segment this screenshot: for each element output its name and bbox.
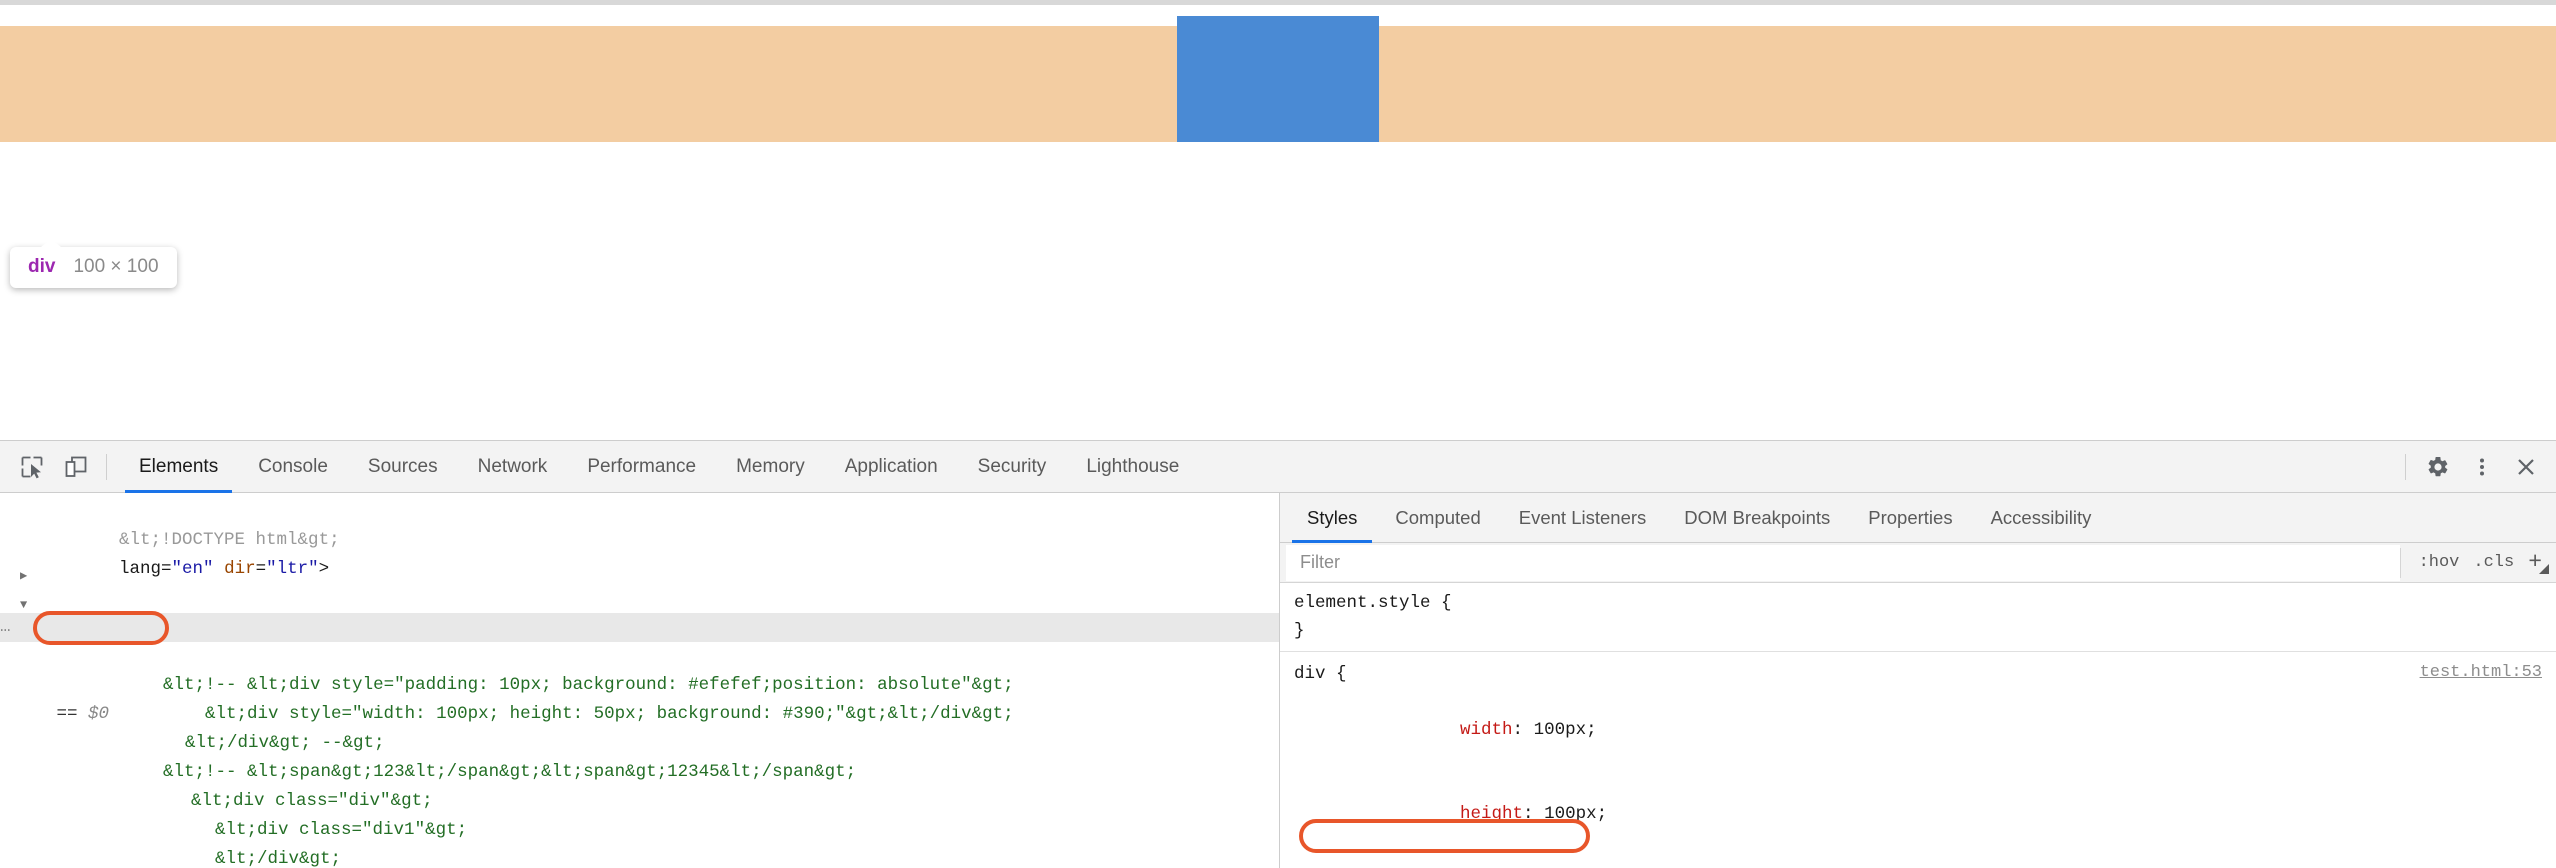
styles-pane-tabstrip: Styles Computed Event Listeners DOM Brea… [1280, 493, 2556, 543]
device-toolbar-icon[interactable] [54, 445, 98, 489]
dom-line-doctype[interactable]: &lt;!DOCTYPE html&gt; [0, 497, 1279, 550]
tab-elements-label: Elements [139, 455, 219, 477]
decl-width-property[interactable]: width [1460, 720, 1513, 740]
tab-computed-label: Computed [1395, 506, 1481, 528]
dom-line-selected-div[interactable]: … == $0 [0, 613, 1279, 724]
tab-sources-label: Sources [367, 455, 438, 477]
devtools-toolbar-right [2401, 441, 2548, 493]
tab-security-label: Security [977, 455, 1047, 477]
dom-line-comment-6[interactable]: &lt;div class="div1"&gt; [0, 787, 1279, 840]
new-style-rule-button[interactable]: + [2528, 551, 2549, 574]
tab-accessibility[interactable]: Accessibility [1972, 493, 2111, 543]
styles-filter-bar: :hov .cls + [1280, 543, 2556, 583]
dom-line-comment-1[interactable]: &lt;!-- &lt;div style="padding: 10px; ba… [0, 642, 1279, 695]
tab-memory[interactable]: Memory [716, 441, 825, 493]
style-source-link[interactable]: test.html:53 [2420, 659, 2542, 687]
dom-line-comment-4[interactable]: &lt;!-- &lt;span&gt;123&lt;/span&gt;&lt;… [0, 729, 1279, 782]
tab-memory-label: Memory [736, 455, 805, 477]
dom-line-head[interactable]: ▶ … [0, 555, 1279, 637]
styles-filter-controls: :hov .cls + [2399, 547, 2556, 578]
element-style-closing-brace: } [1294, 621, 1305, 641]
tab-dom-breakpoints-label: DOM Breakpoints [1684, 506, 1831, 528]
decl-height-value[interactable]: 100px [1544, 804, 1597, 824]
tab-console[interactable]: Console [238, 441, 348, 493]
tab-network-label: Network [477, 455, 548, 477]
dom-line-html[interactable]: lang="en" dir="ltr"> [0, 526, 1279, 579]
tab-performance-label: Performance [587, 455, 697, 477]
tab-properties-label: Properties [1868, 506, 1953, 528]
toolbar-divider-right [2405, 454, 2406, 480]
inspect-cursor-icon[interactable] [10, 445, 54, 489]
dom-line-comment-5[interactable]: &lt;div class="div"&gt; [0, 758, 1279, 811]
decl-background[interactable]: background: ▶#33f; [1292, 856, 2556, 868]
tab-performance[interactable]: Performance [567, 441, 716, 493]
tab-accessibility-label: Accessibility [1990, 506, 2092, 528]
tab-elements[interactable]: Elements [119, 441, 238, 493]
tab-properties[interactable]: Properties [1849, 493, 1971, 543]
tab-application-label: Application [844, 455, 938, 477]
more-vertical-icon[interactable] [2460, 445, 2504, 489]
tab-network[interactable]: Network [458, 441, 568, 493]
toolbar-divider [106, 453, 107, 480]
element-style-selector[interactable]: element.style { [1292, 589, 2556, 617]
cls-toggle-button[interactable]: .cls [2473, 553, 2514, 572]
tab-event-listeners-label: Event Listeners [1518, 506, 1647, 528]
element-info-tooltip: div 100 × 100 [10, 238, 177, 288]
tab-console-label: Console [258, 455, 328, 477]
dom-line-body[interactable]: ▼ [0, 584, 1279, 613]
dom-line-comment-3[interactable]: &lt;/div&gt; --&gt; [0, 700, 1279, 753]
tab-computed[interactable]: Computed [1376, 493, 1499, 543]
tab-styles-label: Styles [1307, 506, 1358, 528]
styles-highlight-mask [1303, 823, 1586, 849]
highlighted-element-box [1177, 16, 1379, 142]
hov-toggle-button[interactable]: :hov [2419, 553, 2460, 572]
devtools-body: &lt;!DOCTYPE html&gt; lang="en" dir="ltr… [0, 493, 2556, 868]
tab-lighthouse[interactable]: Lighthouse [1066, 441, 1199, 493]
close-icon[interactable] [2504, 445, 2548, 489]
dom-ellipsis-icon[interactable]: … [0, 613, 12, 642]
tab-security[interactable]: Security [958, 441, 1067, 493]
style-rule-element-style[interactable]: element.style { } [1280, 583, 2556, 652]
devtools-panel: Elements Console Sources Network Perform… [0, 440, 2556, 868]
tab-styles[interactable]: Styles [1288, 493, 1376, 543]
page-scrollbar-track [0, 0, 2556, 5]
dom-tree-pane[interactable]: &lt;!DOCTYPE html&gt; lang="en" dir="ltr… [0, 493, 1280, 868]
styles-pane: Styles Computed Event Listeners DOM Brea… [1280, 493, 2556, 868]
tab-lighthouse-label: Lighthouse [1086, 455, 1180, 477]
dom-line-comment-8[interactable]: &lt;/div&gt; [0, 845, 1279, 868]
devtools-toolbar: Elements Console Sources Network Perform… [0, 441, 2556, 493]
tab-application[interactable]: Application [825, 441, 958, 493]
dom-line-comment-7[interactable]: &lt;/div&gt; [0, 816, 1279, 868]
settings-gear-icon[interactable] [2416, 445, 2460, 489]
tab-sources[interactable]: Sources [348, 441, 458, 493]
tooltip-tag-name: div [28, 256, 56, 277]
styles-filter-input[interactable] [1286, 544, 2400, 581]
tab-event-listeners[interactable]: Event Listeners [1500, 493, 1666, 543]
tab-dom-breakpoints[interactable]: DOM Breakpoints [1665, 493, 1849, 543]
devtools-tabstrip: Elements Console Sources Network Perform… [119, 441, 1199, 493]
decl-height-property[interactable]: height [1460, 804, 1523, 824]
dom-tree: &lt;!DOCTYPE html&gt; lang="en" dir="ltr… [0, 493, 1279, 868]
decl-width-value[interactable]: 100px [1534, 720, 1587, 740]
decl-width[interactable]: width: 100px; [1292, 688, 2556, 772]
tooltip-dimensions: 100 × 100 [73, 256, 159, 277]
dom-line-comment-2[interactable]: &lt;div style="width: 100px; height: 50p… [0, 671, 1279, 724]
div-rule-selector[interactable]: div { [1292, 660, 2556, 688]
inspected-page-viewport: div 100 × 100 [0, 0, 2556, 440]
